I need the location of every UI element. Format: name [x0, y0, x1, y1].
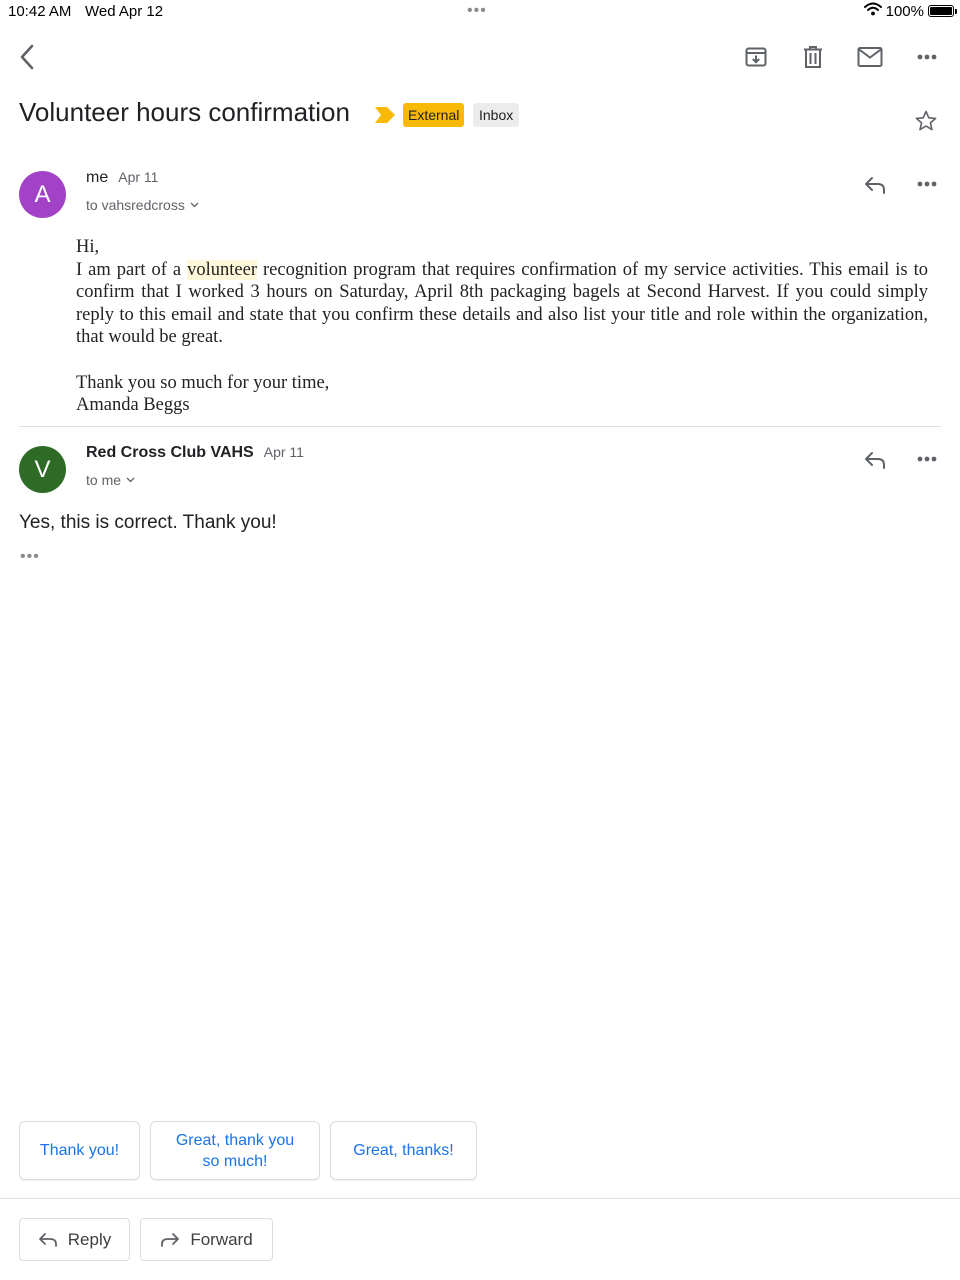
highlighted-word: volunteer	[187, 259, 258, 280]
inbox-label[interactable]: Inbox	[473, 103, 520, 127]
recipient-details[interactable]: to me	[86, 472, 135, 488]
body-paragraph: I am part of a volunteer recognition pro…	[76, 259, 928, 349]
reply-button[interactable]: Reply	[19, 1218, 130, 1261]
message-divider	[19, 426, 941, 427]
recipient-text: to me	[86, 472, 122, 488]
battery-percent: 100%	[885, 2, 924, 20]
body-text-start: I am part of a	[76, 259, 188, 280]
external-label[interactable]: External	[403, 103, 465, 127]
show-trimmed-content[interactable]: •••	[20, 548, 40, 566]
smart-reply-chip[interactable]: Great, thank you so much!	[150, 1121, 320, 1180]
closing: Thank you so much for your time,	[76, 372, 330, 393]
status-indicators: 100%	[863, 2, 957, 20]
sender-name: me	[86, 169, 109, 186]
chevron-down-icon	[190, 202, 199, 208]
star-icon[interactable]	[911, 106, 941, 136]
battery-icon	[928, 5, 957, 17]
message-date: Apr 11	[263, 444, 304, 460]
message-more-icon[interactable]	[912, 170, 942, 198]
email-subject: Volunteer hours confirmation	[19, 97, 350, 127]
status-date: Wed Apr 12	[85, 3, 164, 20]
reply-icon[interactable]	[860, 446, 890, 474]
message-header[interactable]: Red Cross Club VAHS Apr 11	[86, 444, 304, 462]
signature: Amanda Beggs	[76, 395, 190, 416]
mark-unread-icon[interactable]	[855, 42, 885, 72]
important-marker-icon[interactable]	[374, 106, 396, 129]
smart-reply-chip[interactable]: Great, thanks!	[330, 1121, 477, 1180]
sender-avatar[interactable]: V	[19, 446, 66, 493]
status-time: 10:42 AM	[8, 3, 72, 20]
reply-icon	[38, 1232, 57, 1247]
message-more-icon[interactable]	[912, 445, 942, 473]
bottom-divider	[0, 1198, 960, 1199]
recipient-details[interactable]: to vahsredcross	[86, 197, 199, 213]
multitask-dots[interactable]: •••	[467, 2, 487, 20]
smart-reply-chip[interactable]: Thank you!	[19, 1121, 140, 1180]
more-icon[interactable]	[912, 42, 942, 72]
forward-icon	[161, 1232, 180, 1247]
message-header[interactable]: me Apr 11	[86, 169, 158, 187]
recipient-text: to vahsredcross	[86, 197, 185, 213]
wifi-icon	[863, 2, 882, 20]
greeting: Hi,	[76, 237, 100, 257]
reply-body: Yes, this is correct. Thank you!	[19, 512, 277, 533]
sender-avatar[interactable]: A	[19, 171, 66, 218]
message-body: Hi, I am part of a volunteer recognition…	[76, 236, 928, 417]
back-icon[interactable]	[12, 40, 42, 74]
forward-button[interactable]: Forward	[140, 1218, 273, 1261]
reply-label: Reply	[67, 1229, 112, 1249]
forward-label: Forward	[190, 1229, 253, 1249]
chevron-down-icon	[126, 477, 135, 483]
message-date: Apr 11	[118, 169, 159, 185]
delete-icon[interactable]	[798, 42, 828, 72]
reply-icon[interactable]	[860, 171, 890, 199]
archive-icon[interactable]	[741, 42, 771, 72]
sender-name: Red Cross Club VAHS	[86, 444, 254, 461]
